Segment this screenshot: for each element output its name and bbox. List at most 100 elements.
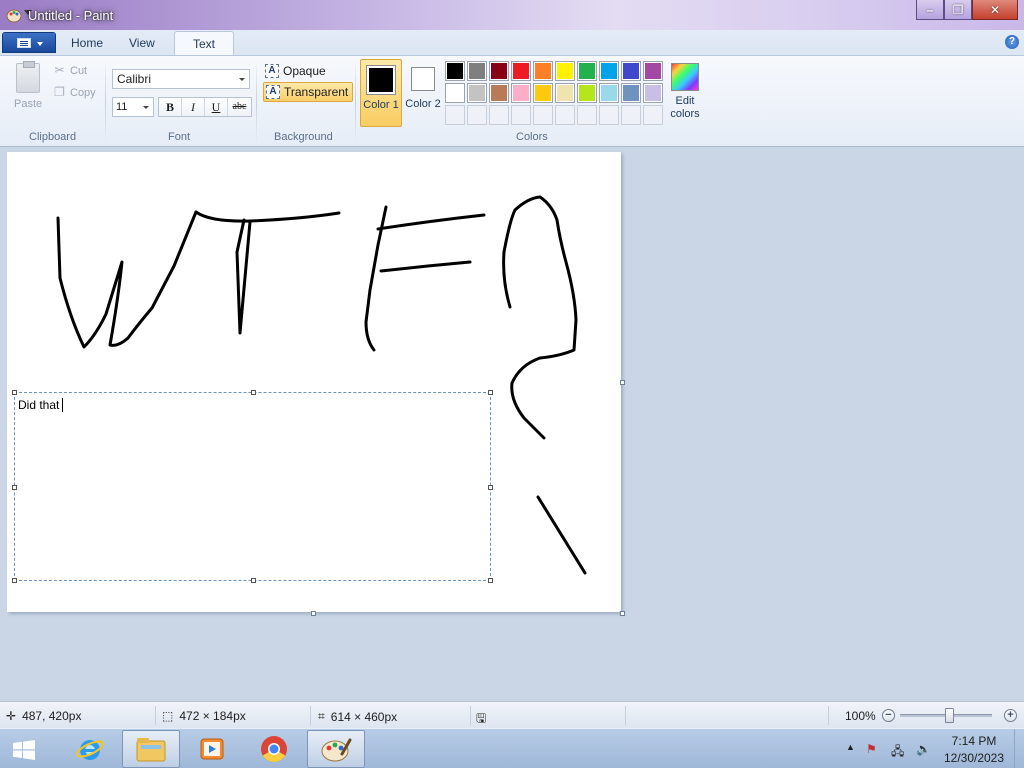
opaque-label: Opaque <box>283 64 326 78</box>
palette-color-5[interactable] <box>555 61 575 81</box>
palette-color-12[interactable] <box>489 83 509 103</box>
palette-custom-slot[interactable] <box>533 105 553 125</box>
start-button[interactable] <box>10 737 36 761</box>
palette-color-18[interactable] <box>621 83 641 103</box>
paint-app-icon[interactable] <box>6 7 22 23</box>
textbox-content: Did that <box>18 398 64 412</box>
textbox-handle[interactable] <box>12 485 17 490</box>
palette-color-16[interactable] <box>577 83 597 103</box>
color1-button[interactable]: Color 1 <box>360 59 402 127</box>
paint-icon <box>321 738 352 762</box>
text-caret <box>62 398 64 412</box>
help-icon[interactable]: ? <box>1005 35 1019 49</box>
taskbar-internet-explorer[interactable] <box>61 730 119 768</box>
textbox-handle[interactable] <box>251 390 256 395</box>
palette-custom-slot[interactable] <box>511 105 531 125</box>
textbox-handle[interactable] <box>12 390 17 395</box>
canvas-resize-handle-right[interactable] <box>620 380 625 385</box>
textbox-handle[interactable] <box>12 578 17 583</box>
underline-button[interactable]: U <box>205 98 228 116</box>
textbox-handle[interactable] <box>251 578 256 583</box>
bold-button[interactable]: B <box>159 98 182 116</box>
transparent-label: Transparent <box>284 85 349 99</box>
selection-icon: ⬚ <box>162 709 174 723</box>
divider <box>105 60 106 144</box>
edit-colors-label: Edit colors <box>670 95 700 120</box>
paste-icon[interactable] <box>16 61 40 93</box>
palette-custom-slot[interactable] <box>467 105 487 125</box>
palette-color-6[interactable] <box>577 61 597 81</box>
cut-button[interactable]: ✂ Cut <box>53 64 87 77</box>
canvas-resize-handle-bottom[interactable] <box>311 611 316 616</box>
action-center-icon[interactable]: ⚑ <box>866 742 877 756</box>
maximize-button[interactable]: ❐ <box>944 0 972 20</box>
palette-custom-slot[interactable] <box>555 105 575 125</box>
tab-home[interactable]: Home <box>71 36 103 50</box>
strikethrough-button[interactable]: abc <box>228 98 251 116</box>
canvas-resize-handle-corner[interactable] <box>620 611 625 616</box>
palette-custom-slot[interactable] <box>489 105 509 125</box>
textbox-handle[interactable] <box>488 390 493 395</box>
palette-color-2[interactable] <box>489 61 509 81</box>
chevron-down-icon <box>143 106 149 109</box>
palette-color-10[interactable] <box>445 83 465 103</box>
tab-text[interactable]: Text <box>174 31 234 56</box>
typed-text: Did that <box>18 398 60 412</box>
close-button[interactable]: ✕ <box>972 0 1018 20</box>
zoom-in-button[interactable]: + <box>1004 709 1017 722</box>
taskbar-chrome[interactable] <box>245 730 303 768</box>
show-desktop-button[interactable] <box>1014 729 1024 768</box>
zoom-out-button[interactable]: − <box>882 709 895 722</box>
palette-custom-slot[interactable] <box>643 105 663 125</box>
image-size-value: 614 × 460px <box>330 709 398 724</box>
palette-color-1[interactable] <box>467 61 487 81</box>
palette-color-7[interactable] <box>599 61 619 81</box>
volume-icon[interactable]: 🔈 <box>916 742 931 756</box>
taskbar-media-player[interactable] <box>183 730 241 768</box>
copy-button[interactable]: ❐ Copy <box>53 86 96 99</box>
font-family-select[interactable]: Calibri <box>112 69 250 89</box>
cursor-position: ✛ 487, 420px <box>6 709 81 723</box>
palette-custom-slot[interactable] <box>621 105 641 125</box>
palette-color-19[interactable] <box>643 83 663 103</box>
palette-custom-slot[interactable] <box>445 105 465 125</box>
palette-custom-slot[interactable] <box>599 105 619 125</box>
palette-color-9[interactable] <box>643 61 663 81</box>
palette-color-11[interactable] <box>467 83 487 103</box>
palette-color-3[interactable] <box>511 61 531 81</box>
palette-color-15[interactable] <box>555 83 575 103</box>
image-size-icon: ⌗ <box>318 709 325 723</box>
palette-color-8[interactable] <box>621 61 641 81</box>
taskbar-file-explorer[interactable] <box>122 730 180 768</box>
colors-group-label: Colors <box>516 131 548 143</box>
palette-color-14[interactable] <box>533 83 553 103</box>
tab-view[interactable]: View <box>129 36 155 50</box>
text-box[interactable]: Did that <box>12 390 493 583</box>
taskbar-paint[interactable] <box>307 730 365 768</box>
zoom-slider-thumb[interactable] <box>945 708 954 723</box>
palette-color-13[interactable] <box>511 83 531 103</box>
palette-color-17[interactable] <box>599 83 619 103</box>
textbox-handle[interactable] <box>488 485 493 490</box>
window-title: Untitled - Paint <box>28 8 114 23</box>
clipboard-group-label: Clipboard <box>29 131 77 143</box>
file-menu-button[interactable] <box>2 32 56 53</box>
system-clock[interactable]: 7:14 PM 12/30/2023 <box>942 733 1006 767</box>
palette-custom-slot[interactable] <box>577 105 597 125</box>
show-hidden-icons-button[interactable]: ▲ <box>846 742 855 752</box>
palette-color-0[interactable] <box>445 61 465 81</box>
transparent-option[interactable]: A Transparent <box>263 82 354 102</box>
paste-button[interactable]: Paste <box>14 98 42 110</box>
color2-button[interactable]: Color 2 <box>404 59 442 127</box>
edit-colors-button[interactable]: Edit colors <box>666 61 704 121</box>
palette-color-4[interactable] <box>533 61 553 81</box>
chrome-icon <box>261 736 287 763</box>
minimize-button[interactable]: – <box>916 0 944 20</box>
italic-button[interactable]: I <box>182 98 205 116</box>
opaque-option[interactable]: A Opaque <box>263 61 330 81</box>
media-player-icon <box>200 738 224 760</box>
title-bar: Untitled - Paint – ❐ ✕ <box>0 0 1024 30</box>
font-size-select[interactable]: 11 <box>112 97 154 117</box>
network-icon[interactable]: 🖧 <box>891 742 904 763</box>
textbox-handle[interactable] <box>488 578 493 583</box>
